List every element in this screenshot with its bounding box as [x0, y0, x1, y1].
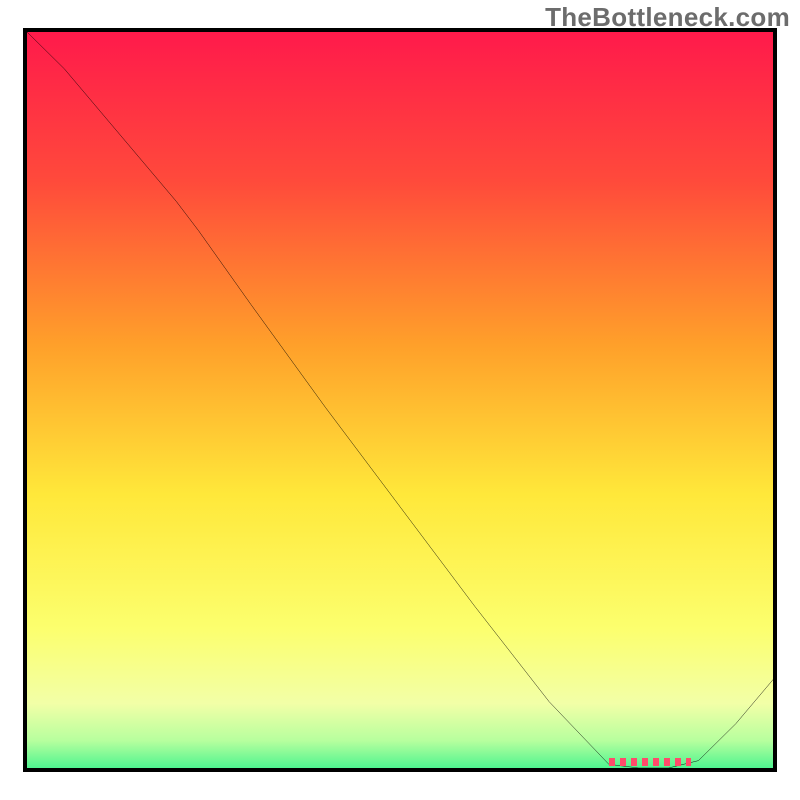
curve-line — [27, 32, 773, 768]
plot-frame — [23, 28, 777, 772]
chart-stage: TheBottleneck.com — [0, 0, 800, 800]
watermark-text: TheBottleneck.com — [545, 2, 790, 33]
minimum-marker — [609, 758, 691, 766]
